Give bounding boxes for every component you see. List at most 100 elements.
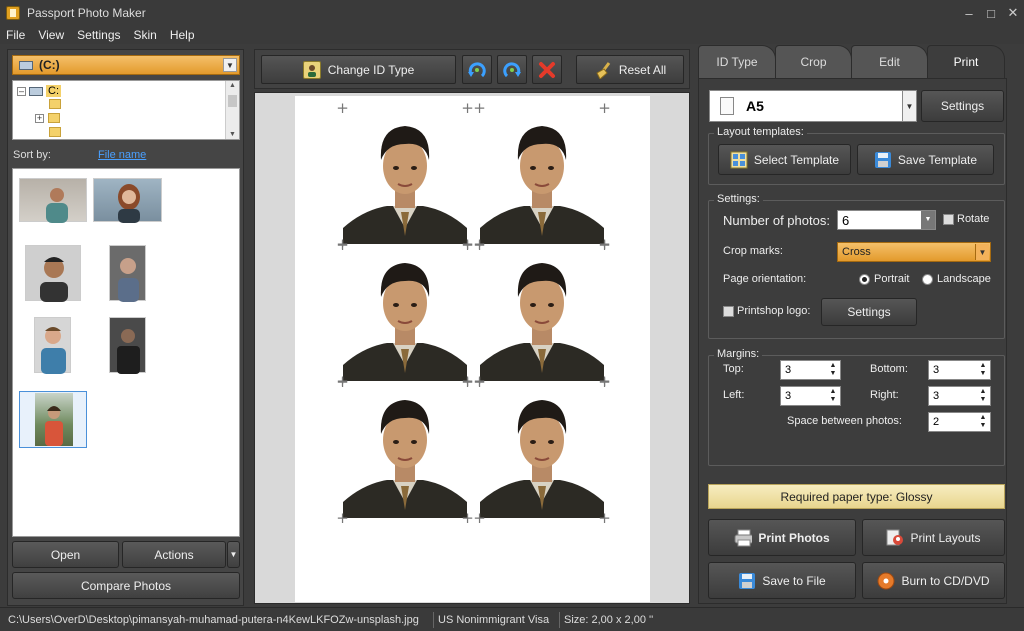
thumbnail-photo-3[interactable] — [25, 245, 81, 302]
sort-by-label: Sort by: — [13, 149, 51, 161]
margin-left-label: Left: — [723, 389, 745, 401]
preview-photo[interactable] — [343, 110, 467, 244]
folder-tree[interactable]: – C: + ▲ ▼ — [12, 80, 240, 140]
chevron-down-icon[interactable]: ▼ — [223, 58, 237, 72]
print-preview: + + + + + + + + + + + + + + + + + + + + + + + + — [254, 92, 690, 604]
tree-item-root[interactable]: C: — [46, 85, 61, 97]
portrait-radio[interactable] — [859, 274, 870, 285]
spinner-icon[interactable]: ▲ ▼ — [826, 387, 840, 405]
margin-top-label: Top: — [723, 363, 744, 375]
chevron-down-icon[interactable]: ▼ — [975, 244, 989, 260]
folder-icon[interactable] — [49, 127, 61, 137]
tab-id-type[interactable]: ID Type — [698, 45, 776, 78]
tab-crop-label: Crop — [800, 55, 827, 69]
rotate-checkbox[interactable] — [943, 214, 954, 225]
sort-by-link[interactable]: File name — [98, 149, 146, 161]
paper-type-text: Required paper type: Glossy — [780, 489, 933, 504]
rotate-left-icon — [468, 61, 486, 77]
menu-settings[interactable]: Settings — [77, 28, 120, 42]
chevron-down-icon[interactable]: ▼ — [902, 91, 916, 121]
crop-marks-select[interactable]: Cross ▼ — [837, 242, 991, 262]
rotate-label: Rotate — [957, 213, 990, 225]
compare-photos-button[interactable]: Compare Photos — [12, 572, 240, 599]
print-page: + + + + + + + + + + + + + + + + + + + + + + + + — [295, 96, 650, 602]
thumbnail-photo-6[interactable] — [109, 317, 146, 374]
preview-photo[interactable] — [343, 247, 467, 381]
close-icon[interactable]: ✕ — [1002, 0, 1024, 26]
tab-crop[interactable]: Crop — [775, 45, 852, 78]
save-template-button[interactable]: Save Template — [857, 144, 994, 175]
collapse-icon[interactable]: – — [17, 86, 26, 96]
delete-button[interactable] — [532, 55, 562, 84]
thumbnail-photo-5[interactable] — [34, 317, 71, 374]
margin-right-input[interactable]: 3 ▲ ▼ — [928, 386, 991, 406]
margin-left-input[interactable]: 3 ▲ ▼ — [780, 386, 841, 406]
crop-marks-label: Crop marks: — [723, 245, 783, 257]
spinner-icon[interactable]: ▲ ▼ — [976, 387, 990, 405]
photo-thumbnails — [12, 168, 240, 537]
margin-top-input[interactable]: 3 ▲ ▼ — [780, 360, 841, 380]
tree-scrollbar[interactable]: ▲ ▼ — [225, 81, 239, 139]
preview-photo[interactable] — [480, 110, 604, 244]
margin-right-value: 3 — [933, 390, 940, 402]
preview-photo[interactable] — [480, 384, 604, 518]
save-to-file-button[interactable]: Save to File — [708, 562, 856, 599]
printshop-settings-label: Settings — [847, 305, 891, 319]
menu-skin[interactable]: Skin — [134, 28, 157, 42]
reset-all-button[interactable]: Reset All — [576, 55, 684, 84]
menu-help[interactable]: Help — [170, 28, 195, 42]
folder-icon[interactable] — [48, 113, 60, 123]
preview-photo[interactable] — [480, 247, 604, 381]
print-layouts-label: Print Layouts — [910, 530, 981, 545]
file-browser-panel: (C:) ▼ – C: + ▲ ▼ Sort by: File name Ope… — [7, 49, 244, 606]
paper-size-select[interactable]: A5 ▼ — [709, 90, 917, 122]
chevron-down-icon[interactable]: ▼ — [921, 211, 935, 229]
actions-button-label: Actions — [154, 547, 194, 562]
actions-dropdown-button[interactable]: ▼ — [227, 541, 240, 568]
save-template-icon — [874, 151, 891, 168]
rotate-right-button[interactable] — [497, 55, 527, 84]
print-layouts-button[interactable]: Print Layouts — [862, 519, 1005, 556]
change-id-type-button[interactable]: Change ID Type — [261, 55, 456, 84]
tab-edit-label: Edit — [879, 55, 900, 69]
minimize-icon[interactable]: – — [958, 0, 980, 26]
space-between-input[interactable]: 2 ▲ ▼ — [928, 412, 991, 432]
open-button[interactable]: Open — [12, 541, 119, 568]
landscape-radio[interactable] — [922, 274, 933, 285]
thumbnail-photo-4[interactable] — [109, 245, 146, 302]
spinner-icon[interactable]: ▲ ▼ — [826, 361, 840, 379]
thumbnail-photo-2[interactable] — [93, 178, 162, 223]
status-file-path: C:\Users\OverD\Desktop\pimansyah-muhamad… — [8, 613, 419, 626]
thumbnail-photo-1[interactable] — [19, 178, 87, 223]
expand-icon[interactable]: + — [35, 113, 44, 123]
menu-file[interactable]: File — [6, 28, 25, 42]
print-photos-button[interactable]: Print Photos — [708, 519, 856, 556]
tab-edit[interactable]: Edit — [851, 45, 928, 78]
drive-select[interactable]: (C:) ▼ — [12, 55, 240, 75]
menu-view[interactable]: View — [38, 28, 64, 42]
paper-settings-button[interactable]: Settings — [921, 90, 1004, 122]
thumbnail-photo-7[interactable] — [35, 393, 73, 446]
preview-photo[interactable] — [343, 384, 467, 518]
crop-mark-icon: + — [473, 236, 486, 254]
num-photos-label: Number of photos: — [723, 213, 830, 228]
maximize-icon[interactable]: □ — [980, 0, 1002, 26]
printshop-settings-button[interactable]: Settings — [821, 298, 917, 326]
spinner-icon[interactable]: ▲ ▼ — [976, 361, 990, 379]
printshop-logo-checkbox[interactable] — [723, 306, 734, 317]
burn-cd-button[interactable]: Burn to CD/DVD — [862, 562, 1005, 599]
window-title: Passport Photo Maker — [27, 6, 146, 20]
tab-print[interactable]: Print — [927, 45, 1005, 78]
disc-icon — [877, 572, 895, 589]
margin-bottom-label: Bottom: — [870, 363, 908, 375]
actions-button[interactable]: Actions — [122, 541, 226, 568]
rotate-left-button[interactable] — [462, 55, 492, 84]
crop-mark-icon: + — [336, 99, 349, 117]
margin-bottom-input[interactable]: 3 ▲ ▼ — [928, 360, 991, 380]
num-photos-input[interactable]: 6 ▼ — [837, 210, 936, 230]
spinner-icon[interactable]: ▲ ▼ — [976, 413, 990, 431]
crop-mark-icon: + — [473, 373, 486, 391]
select-template-button[interactable]: Select Template — [718, 144, 851, 175]
thumbnail-selected-frame[interactable] — [19, 391, 87, 448]
folder-icon[interactable] — [49, 99, 61, 109]
